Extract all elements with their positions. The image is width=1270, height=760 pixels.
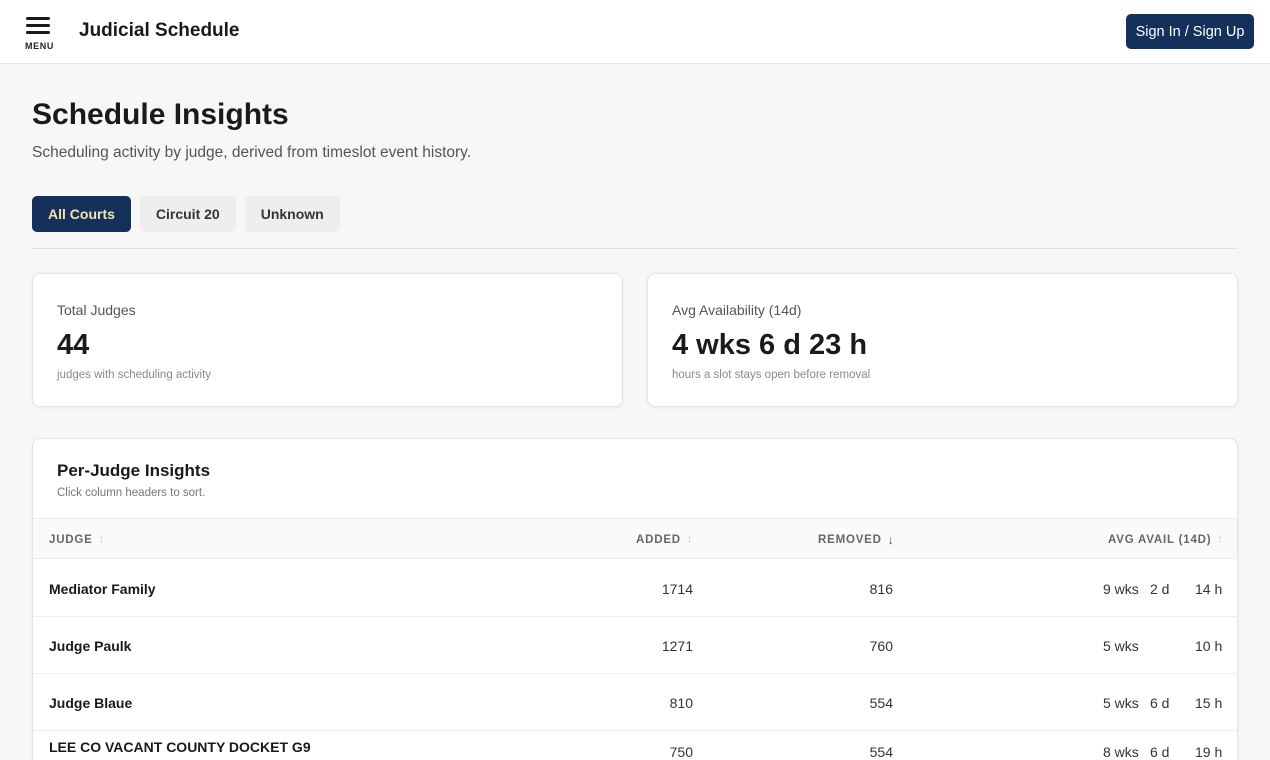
top-bar: MENU Judicial Schedule Sign In / Sign Up (0, 0, 1270, 64)
avg-availability-card: Avg Availability (14d) 4 wks 6 d 23 h ho… (647, 273, 1238, 407)
tab-circuit-20[interactable]: Circuit 20 (139, 196, 236, 232)
menu-button[interactable]: MENU (22, 14, 58, 54)
court-filter-tabs: All Courts Circuit 20 Unknown (32, 196, 340, 232)
sort-icon: ↕ (686, 534, 693, 545)
table-title: Per-Judge Insights (57, 461, 211, 480)
judge-name: LEE CO VACANT COUNTY DOCKET G9 (49, 739, 311, 755)
column-header-added[interactable]: ADDED ↕ (636, 519, 693, 560)
sort-icon: ↕ (98, 534, 105, 545)
total-judges-note: judges with scheduling activity (57, 369, 212, 381)
sort-icon: ↕ (1217, 534, 1224, 545)
avail-weeks: 5 wks (1103, 637, 1139, 654)
total-judges-label: Total Judges (57, 302, 136, 318)
avail-hours: 10 h (1195, 637, 1223, 654)
avail-hours: 14 h (1195, 580, 1223, 597)
column-header-removed[interactable]: REMOVED ↓ (818, 519, 895, 560)
tab-unknown[interactable]: Unknown (244, 196, 340, 232)
removed-count: 554 (869, 744, 893, 760)
column-header-added-label: ADDED (636, 533, 681, 546)
removed-count: 554 (869, 694, 893, 711)
added-count: 810 (669, 694, 693, 711)
app-title: Judicial Schedule (79, 20, 240, 41)
page-subtitle: Scheduling activity by judge, derived fr… (32, 144, 472, 161)
divider (32, 248, 1238, 249)
judge-name: Mediator Family (49, 580, 156, 597)
total-judges-value: 44 (57, 329, 90, 361)
added-count: 1271 (661, 637, 693, 654)
avail-weeks: 5 wks (1103, 694, 1139, 711)
added-count: 1714 (661, 580, 693, 597)
judge-name: Judge Paulk (49, 637, 132, 654)
avg-availability-label: Avg Availability (14d) (672, 302, 802, 318)
total-judges-card: Total Judges 44 judges with scheduling a… (32, 273, 623, 407)
avg-availability-note: hours a slot stays open before removal (672, 369, 871, 381)
sort-descending-icon: ↓ (887, 532, 895, 547)
sign-in-button[interactable]: Sign In / Sign Up (1126, 14, 1254, 49)
avail-weeks: 8 wks (1103, 744, 1139, 760)
avail-hours: 19 h (1195, 744, 1223, 760)
column-header-judge-label: JUDGE (49, 533, 93, 546)
column-header-avg-avail[interactable]: AVG AVAIL (14D) ↕ (1108, 519, 1223, 560)
avail-days: 6 d (1150, 744, 1170, 760)
removed-count: 816 (869, 580, 893, 597)
added-count: 750 (669, 744, 693, 760)
avail-days: 2 d (1150, 580, 1170, 597)
table-subtitle: Click column headers to sort. (57, 487, 206, 499)
table-row[interactable]: Judge Paulk 1271 760 5 wks 10 h (33, 617, 1237, 674)
table-row[interactable]: Judge Blaue 810 554 5 wks 6 d 15 h (33, 674, 1237, 731)
table-row[interactable]: Mediator Family 1714 816 9 wks 2 d 14 h (33, 560, 1237, 617)
avail-days: 6 d (1150, 694, 1170, 711)
column-header-removed-label: REMOVED (818, 533, 882, 546)
avg-availability-value: 4 wks 6 d 23 h (672, 329, 868, 361)
tab-all-courts[interactable]: All Courts (32, 196, 131, 232)
menu-label: MENU (25, 41, 54, 51)
column-header-avg-avail-label: AVG AVAIL (14D) (1108, 533, 1212, 546)
avail-hours: 15 h (1195, 694, 1223, 711)
judge-name: Judge Blaue (49, 694, 133, 711)
column-header-judge[interactable]: JUDGE ↕ (49, 519, 104, 560)
avail-weeks: 9 wks (1103, 580, 1139, 597)
hamburger-icon (26, 17, 50, 20)
removed-count: 760 (869, 637, 893, 654)
per-judge-insights-card: Per-Judge Insights Click column headers … (32, 438, 1238, 760)
table-header: JUDGE ↕ ADDED ↕ REMOVED ↓ AVG AVAIL (14D… (33, 518, 1237, 560)
table-row[interactable]: LEE CO VACANT COUNTY DOCKET G9 750 554 8… (33, 731, 1237, 760)
page-title: Schedule Insights (32, 98, 289, 131)
